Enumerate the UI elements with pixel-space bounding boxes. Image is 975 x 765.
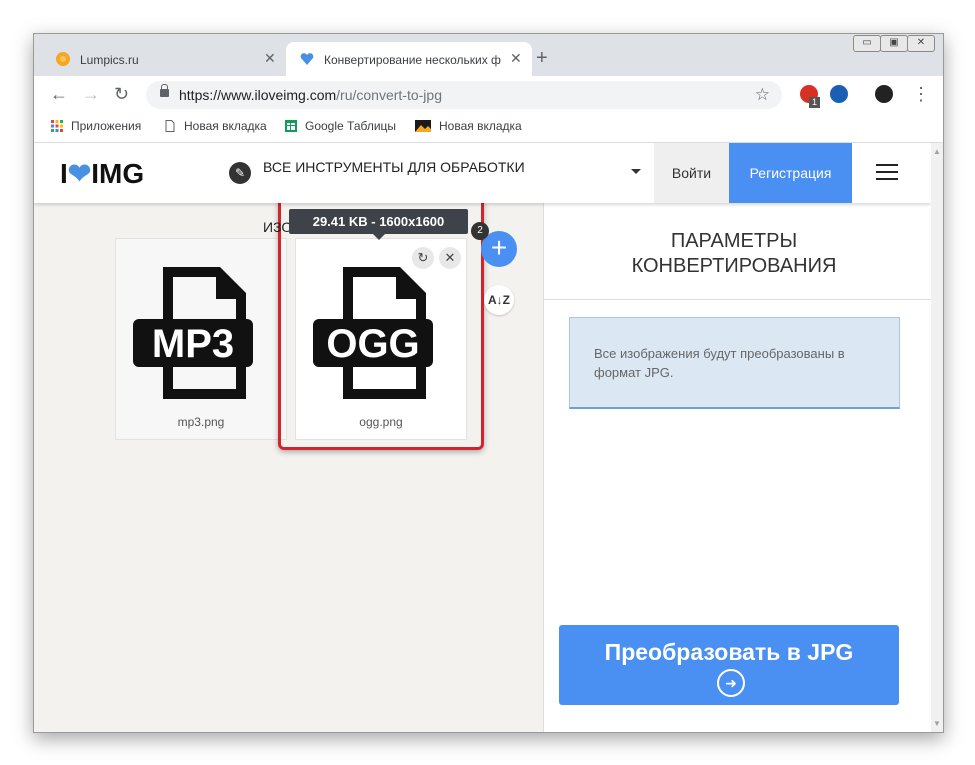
close-window-button[interactable]: ✕ [907,35,935,52]
sheets-icon [285,120,297,132]
bookmark-google-sheets[interactable]: Google Таблицы [285,119,396,133]
mp3-file-icon: MP3 [133,267,253,399]
heart-favicon-icon [300,53,314,65]
lock-icon [160,84,169,97]
site-header: I❤IMG ✎ Все инструменты для обработки из… [34,143,931,235]
maximize-button[interactable]: ▣ [880,35,908,52]
tab-title: Конвертирование нескольких ф [324,53,501,67]
file-info-tooltip: 29.41 KB - 1600x1600 [289,209,468,240]
apps-grid-icon [51,120,63,132]
reload-button[interactable]: ↻ [114,84,129,105]
iloveimg-logo[interactable]: I❤IMG [60,157,144,190]
page-content: I❤IMG ✎ Все инструменты для обработки из… [34,143,931,732]
tab-close-icon[interactable]: ✕ [510,50,522,67]
address-bar[interactable]: https://www.iloveimg.com/ru/convert-to-j… [146,81,782,109]
url-text: https://www.iloveimg.com/ru/convert-to-j… [179,87,442,103]
divider [544,299,931,300]
new-tab-button[interactable]: + [536,47,548,70]
menu-icon[interactable]: ⋮ [912,84,930,105]
page-icon [165,120,175,132]
profile-avatar[interactable] [875,85,893,103]
info-box: Все изображения будут преобразованы в фо… [569,317,900,409]
bookmark-apps[interactable]: Приложения [51,119,141,133]
browser-window: Lumpics.ru ✕ Конвертирование нескольких … [33,33,944,733]
forward-button[interactable]: → [82,84,100,105]
lumpics-favicon-icon [56,52,70,66]
chevron-down-icon[interactable] [631,169,641,174]
register-button[interactable]: Регистрация [729,143,852,203]
login-button[interactable]: Войти [654,143,729,203]
tab-strip: Lumpics.ru ✕ Конвертирование нескольких … [34,34,943,76]
all-tools-menu[interactable]: Все инструменты для обработки изображени… [263,143,543,257]
extension-badge: 1 [809,97,820,108]
conversion-sidebar: ПАРАМЕТРЫ КОНВЕРТИРОВАНИЯ Все изображени… [543,203,931,732]
bookmark-new-tab[interactable]: Новая вкладка [164,119,267,133]
tab-lumpics[interactable]: Lumpics.ru ✕ [42,42,288,76]
heart-icon: ❤ [67,158,92,189]
back-button[interactable]: ← [50,84,68,105]
hamburger-menu-icon[interactable] [876,164,898,180]
arrow-right-icon: ➜ [717,669,745,697]
scroll-up-icon[interactable]: ▲ [933,147,941,156]
browser-toolbar: ← → ↻ https://www.iloveimg.com/ru/conver… [34,76,943,112]
tab-close-icon[interactable]: ✕ [264,50,276,67]
sort-az-button[interactable]: A↓Z [484,285,514,315]
image-icon [415,120,431,132]
file-name: mp3.png [177,415,225,429]
bookmark-star-icon[interactable]: ☆ [755,85,770,105]
file-card-mp3[interactable]: MP3 mp3.png [115,238,287,440]
wrench-icon: ✎ [229,162,251,184]
convert-to-jpg-button[interactable]: Преобразовать в JPG ➜ [559,625,899,705]
window-controls: ▭ ▣ ✕ [843,34,943,54]
vpn-extension-icon[interactable] [830,85,848,103]
tab-title: Lumpics.ru [80,53,139,67]
page-scrollbar[interactable]: ▲ ▼ [931,143,943,732]
bookmark-new-tab-2[interactable]: Новая вкладка [415,119,522,133]
minimize-button[interactable]: ▭ [853,35,881,52]
sidebar-title: ПАРАМЕТРЫ КОНВЕРТИРОВАНИЯ [631,230,837,277]
tab-iloveimg[interactable]: Конвертирование нескольких ф ✕ [286,42,532,76]
scroll-down-icon[interactable]: ▼ [933,719,941,728]
mp3-label: MP3 [152,322,234,366]
bookmarks-bar: Приложения Новая вкладка Google Таблицы … [34,112,943,143]
